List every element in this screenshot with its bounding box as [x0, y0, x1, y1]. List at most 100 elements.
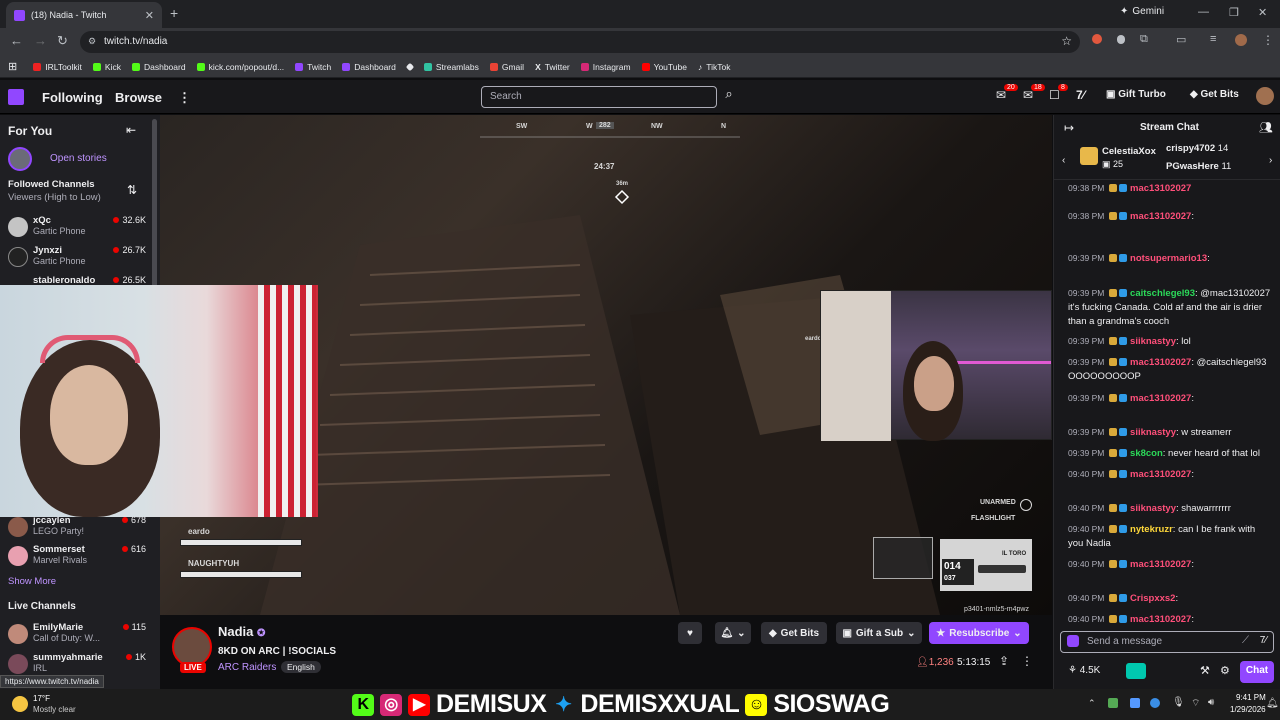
- tray-app-icon[interactable]: [1130, 698, 1140, 708]
- get-bits-button[interactable]: ◆ Get Bits: [1190, 89, 1239, 100]
- settings-gear-icon[interactable]: ⚙: [1220, 664, 1230, 677]
- gemini-button[interactable]: ✦ Gemini: [1120, 6, 1164, 17]
- gift-turbo-button[interactable]: ▣ Gift Turbo: [1106, 89, 1166, 100]
- gift-sub-button[interactable]: ▣ Gift a Sub ⌄: [836, 622, 922, 644]
- chat-username[interactable]: notsupermario13: [1130, 253, 1207, 264]
- sidebar-channel-emilymarie[interactable]: EmilyMarie Call of Duty: W... 115: [8, 622, 146, 650]
- chat-username[interactable]: siiknastyy: [1130, 503, 1176, 514]
- bookmark-youtube[interactable]: YouTube: [641, 62, 687, 72]
- share-icon[interactable]: ⇪: [999, 654, 1009, 668]
- chat-input[interactable]: Send a message ⟋ 7⁄: [1060, 631, 1274, 653]
- browser-menu-icon[interactable]: ⋮: [1262, 33, 1274, 47]
- nav-following[interactable]: Following: [42, 90, 103, 105]
- extension-icon[interactable]: [1117, 35, 1125, 44]
- tag-english[interactable]: English: [281, 661, 321, 673]
- site-info-icon[interactable]: ⚙: [88, 36, 96, 47]
- points-claim-icon[interactable]: [1126, 663, 1146, 679]
- bookmark-gmail[interactable]: Gmail: [489, 62, 524, 72]
- collapse-sidebar-icon[interactable]: ⇤: [126, 123, 136, 137]
- bookmark-streamlabs[interactable]: Streamlabs: [423, 62, 479, 72]
- drops-icon[interactable]: ⚒: [1200, 664, 1210, 677]
- search-input[interactable]: Search: [481, 86, 717, 108]
- chat-send-button[interactable]: Chat: [1240, 661, 1274, 683]
- chat-username[interactable]: mac13102027: [1130, 469, 1191, 480]
- next-icon[interactable]: ›: [1269, 155, 1272, 166]
- chat-username[interactable]: nytekruzr: [1130, 524, 1173, 535]
- maximize-icon[interactable]: ❐: [1229, 6, 1239, 19]
- community-icon[interactable]: 👥︎: [1259, 121, 1273, 134]
- chat-username[interactable]: mac13102027: [1130, 211, 1191, 222]
- bookmark-kick-dashboard[interactable]: Dashboard: [131, 62, 186, 72]
- onedrive-icon[interactable]: [1150, 698, 1160, 708]
- sidebar-channel-xqc[interactable]: xQc Gartic Phone 32.6K: [8, 215, 146, 243]
- chat-username[interactable]: caitschlegel93: [1130, 288, 1195, 299]
- sort-icon[interactable]: ⇅: [127, 183, 137, 197]
- sidebar-channel-sommerset[interactable]: Sommerset Marvel Rivals 616: [8, 544, 146, 572]
- forward-icon[interactable]: →: [34, 33, 47, 48]
- address-bar[interactable]: ⚙ twitch.tv/nadia ☆: [80, 31, 1080, 53]
- show-more-link[interactable]: Show More: [8, 576, 56, 587]
- user-avatar[interactable]: [1256, 87, 1274, 105]
- tray-app-icon[interactable]: [1108, 698, 1118, 708]
- chat-username[interactable]: mac13102027: [1130, 559, 1191, 570]
- bookmark-twitter[interactable]: X Twitter: [535, 62, 570, 72]
- apps-grid-icon[interactable]: ⊞: [8, 60, 17, 73]
- bookmark-kick[interactable]: Kick: [92, 62, 121, 72]
- more-menu-icon[interactable]: ⋮: [178, 90, 191, 106]
- browser-tab[interactable]: (18) Nadia - Twitch ✕: [6, 2, 162, 28]
- bits-cheer-icon[interactable]: ⟋: [1242, 635, 1249, 646]
- weather-moon-icon[interactable]: [12, 696, 28, 712]
- bookmark-kick-popout[interactable]: kick.com/popout/d...: [196, 62, 284, 72]
- resubscribe-button[interactable]: ★ Resubscribe ⌄: [929, 622, 1029, 644]
- window-close-icon[interactable]: ✕: [1258, 6, 1267, 19]
- back-icon[interactable]: ←: [10, 33, 23, 48]
- sidebar-scrollbar[interactable]: [152, 119, 157, 289]
- channel-name[interactable]: Nadia ✪: [218, 624, 265, 639]
- channel-points[interactable]: ⚘ 4.5K: [1068, 665, 1100, 676]
- microphone-icon[interactable]: 🎙︎: [1172, 697, 1185, 708]
- chat-username[interactable]: Crispxxs2: [1130, 593, 1175, 604]
- bookmark-irltoolkit[interactable]: IRLToolkit: [33, 62, 82, 72]
- nav-browse[interactable]: Browse: [115, 90, 162, 105]
- bookmark-diamond[interactable]: [405, 62, 415, 71]
- chat-username[interactable]: mac13102027: [1130, 393, 1191, 404]
- chat-badge-icon[interactable]: [1067, 635, 1079, 647]
- extensions-puzzle-icon[interactable]: ⧉: [1140, 33, 1148, 46]
- chat-username[interactable]: sk8con: [1130, 448, 1163, 459]
- chat-username[interactable]: mac13102027: [1130, 357, 1191, 368]
- follow-heart-button[interactable]: ♥: [678, 622, 702, 644]
- get-bits-button[interactable]: ◆ Get Bits: [761, 622, 827, 644]
- bookmark-twitch-dashboard[interactable]: Dashboard: [342, 62, 396, 72]
- chat-username[interactable]: siiknastyy: [1130, 336, 1176, 347]
- stories-avatar[interactable]: [8, 147, 32, 171]
- sidebar-channel-jccaylen[interactable]: jccaylen LEGO Party! 678: [8, 515, 146, 543]
- search-icon[interactable]: ⌕: [718, 86, 740, 108]
- notification-bell-icon[interactable]: 🔔︎: [1266, 698, 1279, 709]
- whispers-icon[interactable]: ☐: [1049, 88, 1060, 102]
- bookmark-twitch[interactable]: Twitch: [295, 62, 331, 72]
- bookmark-tiktok[interactable]: ♪ TikTok: [698, 62, 731, 72]
- reading-list-icon[interactable]: ≡: [1210, 33, 1216, 45]
- turbo-icon[interactable]: 7⁄: [1076, 88, 1085, 102]
- reload-icon[interactable]: ↻: [57, 33, 68, 49]
- chat-username[interactable]: mac13102027: [1130, 183, 1191, 194]
- extension-icon[interactable]: [1092, 34, 1102, 44]
- twitch-logo-icon[interactable]: [8, 89, 24, 105]
- open-stories-link[interactable]: Open stories: [50, 153, 107, 164]
- game-link[interactable]: ARC Raiders: [218, 662, 276, 673]
- sidebar-channel-jynxzi[interactable]: Jynxzi Gartic Phone 26.7K: [8, 245, 146, 273]
- prev-icon[interactable]: ‹: [1062, 155, 1065, 166]
- profile-avatar[interactable]: [1235, 34, 1247, 46]
- chat-username[interactable]: siiknastyy: [1130, 427, 1176, 438]
- turbo-emote-icon[interactable]: 7⁄: [1260, 635, 1267, 646]
- more-options-icon[interactable]: ⋮: [1021, 654, 1033, 668]
- new-tab-icon[interactable]: +: [170, 5, 178, 21]
- tray-chevron-icon[interactable]: ⌃: [1088, 698, 1096, 709]
- bookmark-instagram[interactable]: Instagram: [580, 62, 631, 72]
- close-tab-icon[interactable]: ✕: [145, 9, 154, 22]
- wifi-icon[interactable]: ⌔: [1191, 697, 1200, 710]
- collapse-chat-icon[interactable]: ↦: [1064, 121, 1074, 135]
- sidepanel-icon[interactable]: ▭: [1176, 33, 1186, 46]
- chat-username[interactable]: mac13102027: [1130, 614, 1191, 625]
- notifications-bell-button[interactable]: 🔔︎ ⌄: [715, 622, 751, 644]
